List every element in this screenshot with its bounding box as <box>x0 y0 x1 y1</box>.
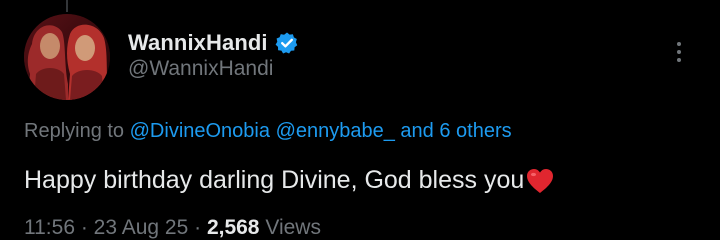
more-dot <box>677 50 681 54</box>
tweet-time[interactable]: 11:56 <box>24 216 75 239</box>
replying-to: Replying to @DivineOnobia @ennybabe_ and… <box>24 120 512 143</box>
tweet-meta: 11:56 · 23 Aug 25 · 2,568 Views <box>24 216 321 240</box>
red-heart-icon <box>525 167 555 195</box>
meta-separator: · <box>75 216 94 239</box>
replying-prefix: Replying to <box>24 120 130 142</box>
author-handle[interactable]: @WannixHandi <box>128 57 273 81</box>
avatar-image <box>24 14 110 100</box>
tweet-body: Happy birthday darling Divine, God bless… <box>24 166 525 194</box>
mention-link[interactable]: @ennybabe_ <box>276 120 395 142</box>
tweet-date[interactable]: 23 Aug 25 <box>94 216 189 239</box>
views-count[interactable]: 2,568 <box>207 216 260 239</box>
tweet-text: Happy birthday darling Divine, God bless… <box>24 166 555 195</box>
views-label: Views <box>259 216 321 239</box>
more-dot <box>677 42 681 46</box>
more-options-icon[interactable] <box>664 34 694 70</box>
thread-connector-line <box>66 0 68 12</box>
author-name[interactable]: WannixHandi <box>128 30 268 56</box>
avatar[interactable] <box>24 14 110 100</box>
author-name-row[interactable]: WannixHandi <box>128 29 299 57</box>
more-dot <box>677 58 681 62</box>
mention-link[interactable]: @DivineOnobia <box>130 120 270 142</box>
verified-badge-icon <box>275 31 299 55</box>
meta-separator: · <box>188 216 207 239</box>
others-link[interactable]: and 6 others <box>400 120 511 142</box>
